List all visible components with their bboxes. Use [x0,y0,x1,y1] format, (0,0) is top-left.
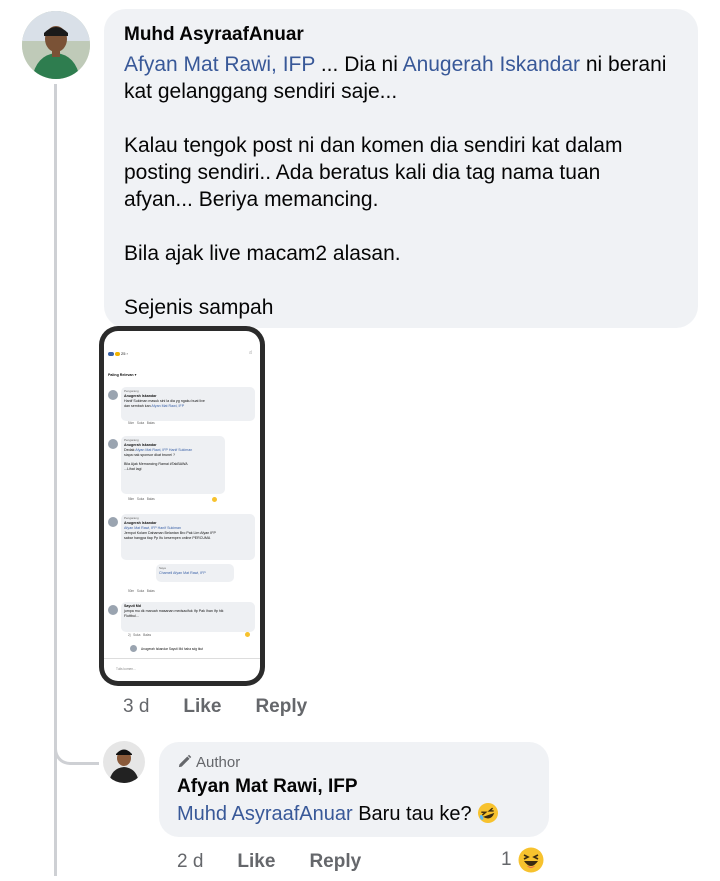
comment-text: ... Dia ni [315,53,403,76]
reply-timestamp[interactable]: 2 d [177,851,203,873]
mini-comment-4: Sayuti Md jumpa mu dk maruah masanan med… [121,602,255,632]
mini-comment-3: Pengarang Anugerah Iskandar Afyan Mat Ra… [121,514,255,560]
attached-screenshot-image[interactable]: 25 › ☝ Paling Relevan ▾ Pengarang Anuger… [104,331,260,681]
comment-bubble: Muhd AsyraafAnuar Afyan Mat Rawi, IFP ..… [104,9,698,328]
like-button[interactable]: Like [183,696,221,718]
comment-line-4: posting sendiri.. Ada beratus kali dia t… [124,161,601,184]
comment-line-2: kat gelanggang sendiri saje... [124,80,398,103]
mini-actions: 56m Suka Balas [128,497,155,501]
mini-status-bar: 25 › ☝ [108,351,254,359]
avatar-afyan-mat-rawi[interactable] [103,741,145,783]
comment-timestamp[interactable]: 3 d [123,696,149,718]
comment-author[interactable]: Muhd AsyraafAnuar [124,24,304,46]
mini-reaction-emoji [245,632,250,637]
reply-body: Muhd AsyraafAnuar Baru tau ke? [177,802,499,826]
pencil-icon [178,754,192,768]
reply-bubble: Author Afyan Mat Rawi, IFP Muhd AsyraafA… [159,742,549,837]
reaction-count: 1 [501,849,512,870]
mini-actions: 2j Suka Balas [128,633,152,637]
reply-button[interactable]: Reply [309,851,361,873]
like-button[interactable]: Like [237,851,275,873]
comment-actions: 3 d Like Reply [123,696,307,718]
comment-line-3: Kalau tengok post ni dan komen dia sendi… [124,134,623,157]
mini-comment-1: Pengarang Anugerah Iskandar Hanif Sukima… [121,387,255,421]
comment-line-1: Afyan Mat Rawi, IFP ... Dia ni Anugerah … [124,51,694,78]
avatar-muhd-asyraafanuar[interactable] [22,11,90,79]
mini-actions: 54m Suka Balas [128,421,155,425]
author-badge: Author [177,754,240,771]
mini-reaction-emoji [212,497,217,502]
thread-line-curve [54,738,99,765]
mini-sort-label: Paling Relevan ▾ [108,373,137,377]
mini-reply-bubble: Saya Chamell Afyan Mat Rawi, IFP [156,564,234,582]
mini-avatar [108,439,118,449]
comment-line-6: Bila ajak live macam2 alasan. [124,242,401,265]
reply-text: Baru tau ke? [352,803,478,825]
haha-reaction-icon [516,845,546,875]
mini-avatar [130,645,137,652]
rolling-laughing-emoji-icon [477,802,499,824]
mention-anugerah-iskandar[interactable]: Anugerah Iskandar [403,53,580,76]
mini-comment-input: Tulis komen... [116,667,136,671]
mini-reaction-count: 25 [121,351,126,356]
comment-line-7: Sejenis sampah [124,296,274,319]
comment-line-5: afyan... Beriya memancing. [124,188,379,211]
mini-avatar [108,390,118,400]
reply-button[interactable]: Reply [255,696,307,718]
mention-muhd-asyraafanuar[interactable]: Muhd AsyraafAnuar [177,803,353,825]
reply-actions: 2 d Like Reply [177,851,361,873]
comment-text: ni berani [580,53,667,76]
mini-avatar [108,517,118,527]
mini-avatar [108,605,118,615]
mini-actions: 50m Suka Balas [128,589,155,593]
mini-like-icon: ☝ [248,350,252,356]
comment-body: Afyan Mat Rawi, IFP ... Dia ni Anugerah … [124,51,694,321]
reply-author[interactable]: Afyan Mat Rawi, IFP [177,776,358,798]
mention-afyan-mat-rawi[interactable]: Afyan Mat Rawi, IFP [124,53,315,76]
mini-divider [104,658,260,659]
mini-comment-2: Pengarang Anugerah Iskandar Dedak Afyan … [121,436,225,494]
reaction-summary[interactable]: 1 [501,845,546,875]
mini-comment-5: Anugerah Iskandar Sayuti Md haha sdg tku… [141,647,204,651]
